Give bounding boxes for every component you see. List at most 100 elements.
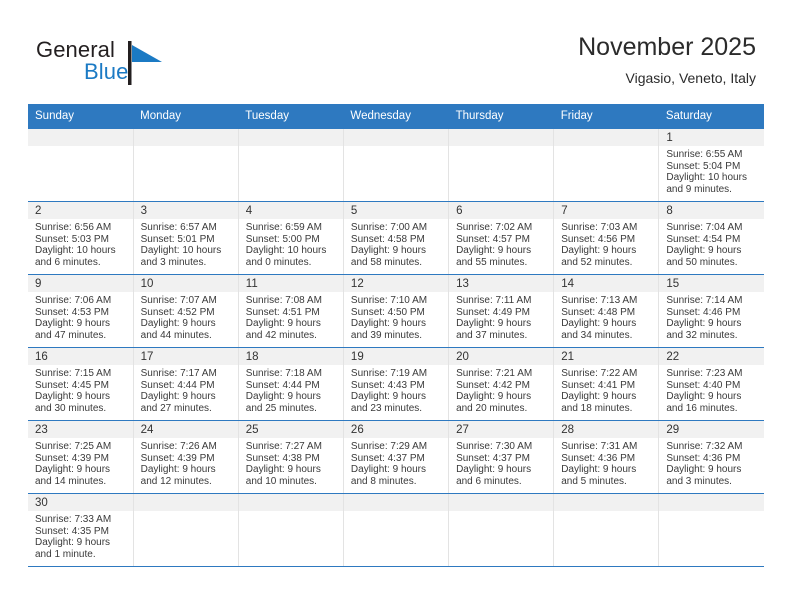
day-sun-info-line: Daylight: 10 hours [140,245,222,257]
calendar-day-cell[interactable]: 8 Sunrise: 7:04 AM Sunset: 4:54 PM Daylight… [658,201,764,275]
day-sun-info-line: and 47 minutes. [35,329,107,341]
calendar-day-cell[interactable] [342,129,449,202]
day-sun-info-line: Sunrise: 6:56 AM [35,222,112,233]
calendar-day-cell[interactable]: 23 Sunrise: 7:25 AM Sunset: 4:39 PM Dayligh… [28,420,134,494]
day-sun-info [554,146,658,149]
calendar-day-cell[interactable] [28,129,134,202]
day-sun-info-line: and 44 minutes. [140,329,212,341]
day-sun-info [554,511,658,514]
calendar-day-cell[interactable]: 7 Sunrise: 7:03 AM Sunset: 4:56 PM Daylight… [553,201,659,275]
day-sun-info-line: Sunrise: 7:19 AM [350,368,428,379]
day-number [449,129,554,146]
calendar-day-cell[interactable] [237,129,344,202]
calendar-day-cell[interactable]: 3 Sunrise: 6:57 AM Sunset: 5:01 PM Daylight… [132,201,239,275]
day-cell-inner: 14 Sunrise: 7:13 AM Sunset: 4:48 PM Dayligh… [554,275,659,347]
calendar-day-cell[interactable] [553,129,659,202]
day-cell-inner: 26 Sunrise: 7:29 AM Sunset: 4:37 PM Dayligh… [343,421,449,493]
day-sun-info-line: Sunset: 4:37 PM [350,452,425,464]
day-cell-inner: 8 Sunrise: 7:04 AM Sunset: 4:54 PM Daylight… [659,202,764,274]
calendar-day-cell[interactable]: 17 Sunrise: 7:17 AM Sunset: 4:44 PM Dayligh… [132,347,239,421]
brand-logo[interactable]: General Blue [36,38,186,90]
calendar-day-cell[interactable]: 4 Sunrise: 6:59 AM Sunset: 5:00 PM Daylight… [237,201,344,275]
calendar-day-cell[interactable]: 6 Sunrise: 7:02 AM Sunset: 4:57 PM Daylight… [448,201,554,275]
day-sun-info-line: and 58 minutes. [350,256,423,268]
day-sun-info-line: Sunrise: 7:31 AM [561,441,638,452]
calendar-day-cell[interactable]: 24 Sunrise: 7:26 AM Sunset: 4:39 PM Dayligh… [132,420,239,494]
calendar-day-cell[interactable]: 19 Sunrise: 7:19 AM Sunset: 4:43 PM Dayligh… [342,347,449,421]
calendar-day-cell[interactable] [237,493,344,567]
day-cell-inner: 25 Sunrise: 7:27 AM Sunset: 4:38 PM Dayligh… [238,421,343,493]
day-sun-info-line: Sunset: 4:46 PM [666,306,741,318]
calendar-day-cell[interactable]: 30 Sunrise: 7:33 AM Sunset: 4:35 PM Dayligh… [28,493,134,567]
day-sun-info-line: Daylight: 9 hours [456,318,532,330]
day-sun-info-line: Sunset: 4:49 PM [456,306,530,318]
day-sun-info-line: Sunset: 4:36 PM [666,452,741,464]
day-sun-info-line: and 6 minutes. [35,256,101,268]
day-sun-info-line: Sunset: 4:43 PM [350,379,425,391]
day-sun-info-line: Sunrise: 7:18 AM [245,368,322,379]
calendar-day-cell[interactable]: 2 Sunrise: 6:56 AM Sunset: 5:03 PM Daylight… [28,201,134,275]
day-number: 26 [343,421,449,438]
day-sun-info-line: Sunset: 4:35 PM [35,525,109,537]
day-sun-info: Sunrise: 7:13 AM Sunset: 4:48 PM Daylight:… [554,292,658,341]
day-cell-inner: 30 Sunrise: 7:33 AM Sunset: 4:35 PM Dayligh… [28,494,133,566]
calendar-day-cell[interactable]: 29 Sunrise: 7:32 AM Sunset: 4:36 PM Dayligh… [658,420,764,494]
day-sun-info-line: and 55 minutes. [456,256,528,268]
day-sun-info-line: and 37 minutes. [456,329,528,341]
day-number: 29 [659,421,764,438]
day-cell-inner: 11 Sunrise: 7:08 AM Sunset: 4:51 PM Dayligh… [238,275,343,347]
calendar-day-cell[interactable] [448,493,554,567]
calendar-day-cell[interactable]: 21 Sunrise: 7:22 AM Sunset: 4:41 PM Dayligh… [553,347,659,421]
day-sun-info-line: Daylight: 9 hours [456,464,532,476]
calendar-day-cell[interactable]: 20 Sunrise: 7:21 AM Sunset: 4:42 PM Dayligh… [448,347,554,421]
day-sun-info [449,511,553,514]
day-sun-info [344,511,448,514]
calendar-day-cell[interactable] [553,493,659,567]
day-cell-inner: 4 Sunrise: 6:59 AM Sunset: 5:00 PM Daylight… [238,202,343,274]
day-cell-inner: 29 Sunrise: 7:32 AM Sunset: 4:36 PM Dayligh… [659,421,764,493]
day-cell-inner: 19 Sunrise: 7:19 AM Sunset: 4:43 PM Dayligh… [343,348,449,420]
day-number [554,129,659,146]
calendar-day-cell[interactable]: 12 Sunrise: 7:10 AM Sunset: 4:50 PM Dayligh… [342,274,449,348]
day-sun-info [134,511,238,514]
calendar-day-cell[interactable]: 16 Sunrise: 7:15 AM Sunset: 4:45 PM Dayligh… [28,347,134,421]
day-sun-info-line: and 42 minutes. [245,329,317,341]
day-number: 15 [659,275,764,292]
day-sun-info-line: Daylight: 10 hours [245,245,327,257]
calendar-day-cell[interactable]: 22 Sunrise: 7:23 AM Sunset: 4:40 PM Dayligh… [658,347,764,421]
calendar-day-cell[interactable] [658,493,764,567]
day-cell-inner: 1 Sunrise: 6:55 AM Sunset: 5:04 PM Daylight… [659,129,764,201]
calendar-day-cell[interactable]: 18 Sunrise: 7:18 AM Sunset: 4:44 PM Dayligh… [237,347,344,421]
day-sun-info-line: Daylight: 9 hours [350,391,426,403]
day-sun-info-line: Daylight: 10 hours [666,172,747,184]
calendar-day-cell[interactable]: 13 Sunrise: 7:11 AM Sunset: 4:49 PM Dayligh… [448,274,554,348]
calendar-day-cell[interactable]: 14 Sunrise: 7:13 AM Sunset: 4:48 PM Dayligh… [553,274,659,348]
calendar-day-cell[interactable] [448,129,554,202]
day-sun-info-line: Sunrise: 7:25 AM [35,441,112,452]
day-sun-info-line: Sunset: 4:36 PM [561,452,636,464]
day-cell-inner [133,129,238,201]
calendar-day-cell[interactable]: 5 Sunrise: 7:00 AM Sunset: 4:58 PM Daylight… [342,201,449,275]
day-sun-info-line: Sunrise: 6:59 AM [245,222,322,233]
calendar-day-cell[interactable]: 28 Sunrise: 7:31 AM Sunset: 4:36 PM Dayligh… [553,420,659,494]
calendar-day-cell[interactable]: 9 Sunrise: 7:06 AM Sunset: 4:53 PM Daylight… [28,274,134,348]
day-sun-info-line: Sunset: 4:39 PM [140,452,215,464]
calendar-day-cell[interactable]: 26 Sunrise: 7:29 AM Sunset: 4:37 PM Dayligh… [342,420,449,494]
day-sun-info: Sunrise: 7:15 AM Sunset: 4:45 PM Daylight:… [28,365,133,414]
day-number: 20 [449,348,554,365]
calendar-day-cell[interactable]: 11 Sunrise: 7:08 AM Sunset: 4:51 PM Dayligh… [237,274,344,348]
calendar-day-cell[interactable] [132,129,239,202]
day-sun-info-line: Sunrise: 7:14 AM [666,295,743,306]
calendar-day-cell[interactable]: 1 Sunrise: 6:55 AM Sunset: 5:04 PM Daylight… [658,129,764,202]
calendar-day-cell[interactable]: 15 Sunrise: 7:14 AM Sunset: 4:46 PM Dayligh… [658,274,764,348]
calendar-day-cell[interactable] [342,493,449,567]
calendar-day-cell[interactable]: 27 Sunrise: 7:30 AM Sunset: 4:37 PM Dayligh… [448,420,554,494]
day-sun-info-line: Sunrise: 7:02 AM [456,222,533,233]
calendar-day-cell[interactable]: 25 Sunrise: 7:27 AM Sunset: 4:38 PM Dayligh… [237,420,344,494]
day-sun-info: Sunrise: 7:11 AM Sunset: 4:49 PM Daylight:… [449,292,553,341]
day-cell-inner [449,494,554,566]
calendar-day-cell[interactable] [132,493,239,567]
day-sun-info-line: and 32 minutes. [666,329,738,341]
calendar-day-cell[interactable]: 10 Sunrise: 7:07 AM Sunset: 4:52 PM Dayligh… [132,274,239,348]
day-sun-info-line: Daylight: 9 hours [35,537,111,549]
